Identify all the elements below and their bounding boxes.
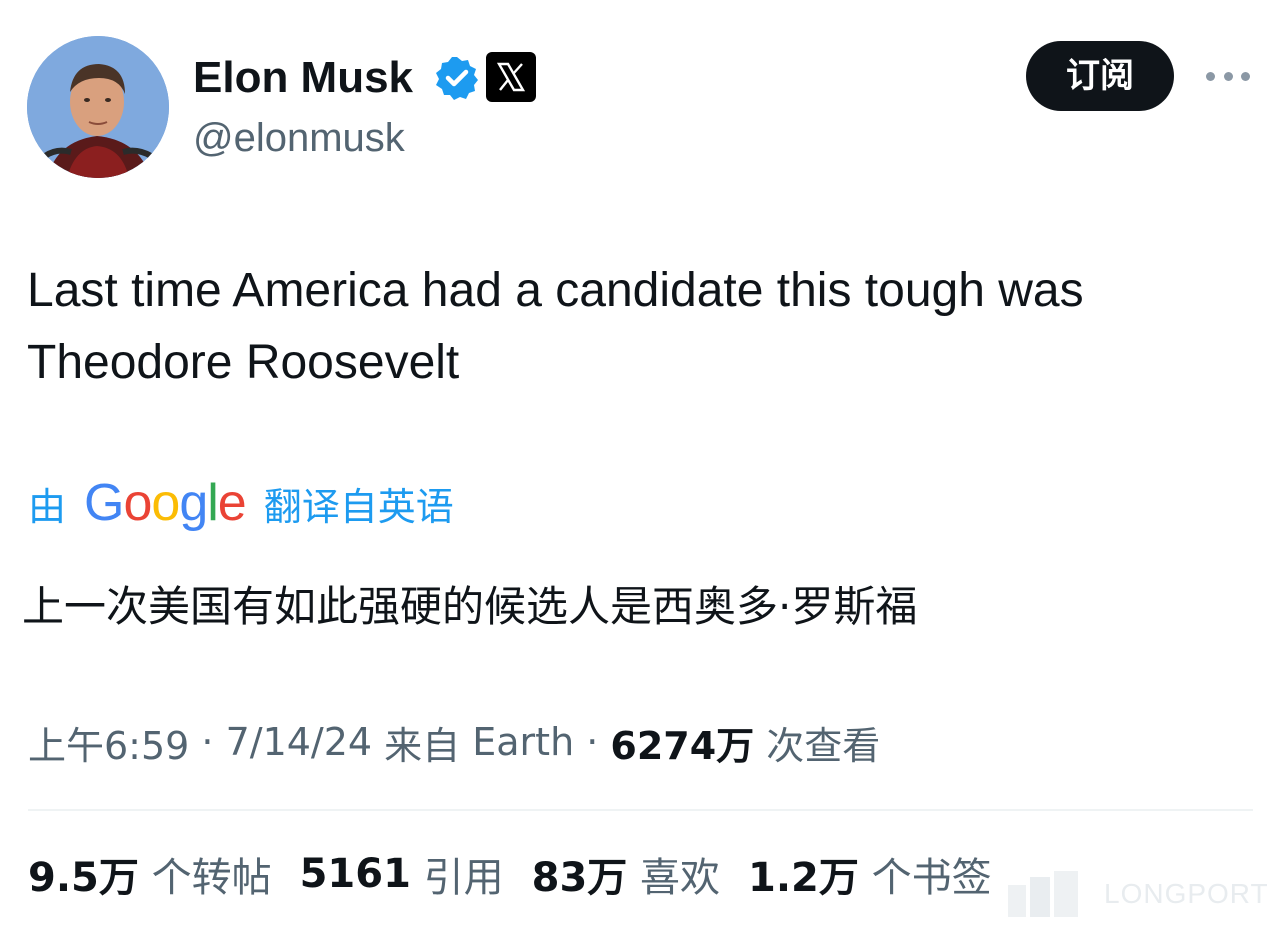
quotes-count: 5161 [299, 851, 411, 897]
tweet-source: Earth [472, 720, 575, 764]
quotes-label: 引用 [410, 855, 504, 901]
engagement-stats: 9.5万 个转帖 5161 引用 83万 喜欢 1.2万 个书签 [28, 843, 1020, 905]
meta-separator: · [574, 720, 611, 764]
watermark-text: LONGPORT [1104, 878, 1269, 909]
tweet-time[interactable]: 上午6:59 [28, 715, 189, 770]
quotes-stat[interactable]: 5161 引用 [300, 845, 504, 903]
verified-badge-icon[interactable] [434, 55, 480, 101]
avatar-image [27, 36, 169, 178]
x-logo-icon[interactable] [486, 52, 536, 102]
bookmarks-label: 个书签 [858, 855, 992, 901]
tweet-date[interactable]: 7/14/24 [226, 720, 373, 764]
translation-prefix: 由 [28, 484, 67, 529]
author-handle[interactable]: @elonmusk [193, 112, 405, 164]
tweet-text: Last time America had a candidate this t… [27, 264, 1084, 389]
likes-stat[interactable]: 83万 喜欢 [532, 845, 720, 903]
google-logo: Google [84, 474, 247, 532]
longport-logo-icon [1008, 871, 1078, 917]
more-dot [1241, 71, 1250, 81]
translation-suffix: 翻译自英语 [263, 484, 454, 529]
bookmarks-stat[interactable]: 1.2万 个书签 [748, 845, 992, 903]
more-horizontal-icon[interactable] [1200, 58, 1256, 94]
reposts-stat[interactable]: 9.5万 个转帖 [28, 845, 272, 903]
reposts-count: 9.5万 [28, 855, 139, 901]
subscribe-button[interactable]: 订阅 [1026, 41, 1174, 111]
bookmarks-count: 1.2万 [748, 855, 859, 901]
meta-separator: · [189, 720, 226, 764]
views-label: 次查看 [754, 723, 881, 768]
likes-count: 83万 [531, 855, 628, 901]
more-dot [1206, 71, 1215, 81]
reposts-label: 个转帖 [138, 855, 272, 901]
likes-label: 喜欢 [627, 855, 721, 901]
watermark: LONGPORT [1008, 868, 1269, 920]
more-dot [1223, 71, 1233, 81]
translated-text: 上一次美国有如此强硬的候选人是西奥多·罗斯福 [22, 582, 918, 631]
divider [28, 809, 1253, 811]
source-prefix: 来自 [372, 723, 473, 768]
avatar[interactable] [27, 36, 169, 178]
views-count[interactable]: 6274万 [610, 715, 754, 770]
author-name[interactable]: Elon Musk [193, 50, 413, 106]
translation-attribution[interactable]: 由 Google 翻译自英语 [28, 470, 454, 536]
tweet-meta: 上午6:59 · 7/14/24 来自 Earth · 6274万 次查看 [28, 712, 880, 772]
